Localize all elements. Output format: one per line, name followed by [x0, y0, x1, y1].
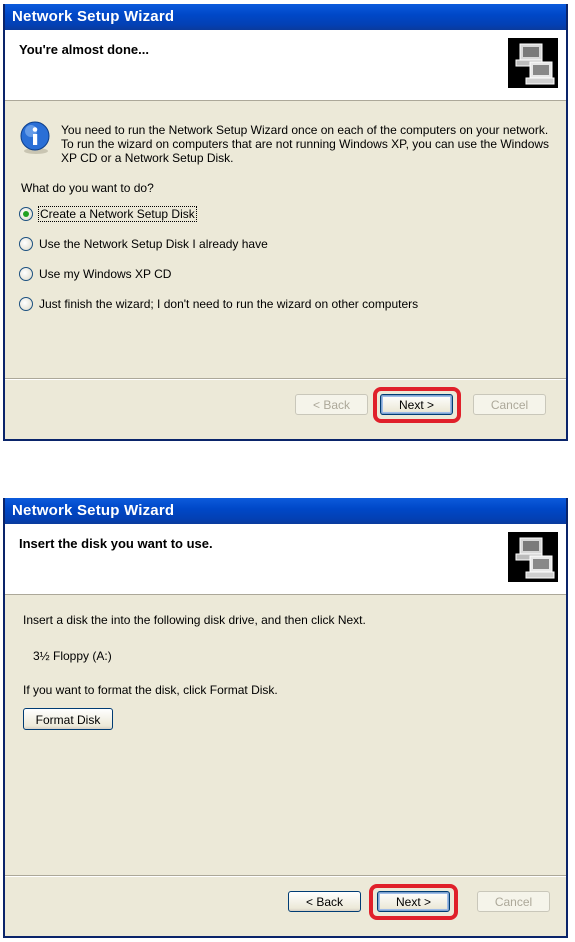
- network-setup-wizard-dialog-2: Network Setup Wizard Insert the disk you…: [3, 498, 568, 938]
- wizard-header: You're almost done...: [5, 30, 566, 101]
- computers-network-icon: [508, 38, 558, 88]
- info-icon: [19, 121, 53, 155]
- radio-button[interactable]: [19, 297, 33, 311]
- format-disk-button[interactable]: Format Disk: [23, 708, 113, 730]
- next-button-highlight: [369, 884, 458, 920]
- instruction-text: Insert a disk the into the following dis…: [23, 613, 366, 627]
- computers-network-icon: [508, 532, 558, 582]
- info-text: You need to run the Network Setup Wizard…: [61, 123, 550, 165]
- cancel-button[interactable]: Cancel: [477, 891, 550, 912]
- wizard-header: Insert the disk you want to use.: [5, 524, 566, 595]
- cancel-button[interactable]: Cancel: [473, 394, 546, 415]
- back-button[interactable]: < Back: [295, 394, 368, 415]
- option-label: Just finish the wizard; I don't need to …: [39, 297, 419, 311]
- question-label: What do you want to do?: [21, 181, 154, 195]
- button-bar: < Back Next > Cancel: [5, 378, 566, 439]
- network-setup-wizard-dialog-1: Network Setup Wizard You're almost done.…: [3, 4, 568, 441]
- wizard-body: You need to run the Network Setup Wizard…: [5, 101, 566, 377]
- window-title[interactable]: Network Setup Wizard: [5, 498, 566, 524]
- back-button[interactable]: < Back: [288, 891, 361, 912]
- option-use-existing-disk[interactable]: Use the Network Setup Disk I already hav…: [19, 235, 268, 253]
- option-create-setup-disk[interactable]: Create a Network Setup Disk: [19, 205, 197, 223]
- page-title: You're almost done...: [19, 42, 149, 57]
- option-label: Create a Network Setup Disk: [38, 206, 197, 222]
- window-title[interactable]: Network Setup Wizard: [5, 4, 566, 30]
- format-hint-text: If you want to format the disk, click Fo…: [23, 683, 278, 697]
- page-title: Insert the disk you want to use.: [19, 536, 213, 551]
- option-use-windows-cd[interactable]: Use my Windows XP CD: [19, 265, 171, 283]
- next-button-highlight: [373, 387, 461, 423]
- button-bar: < Back Next > Cancel: [5, 875, 566, 936]
- option-label: Use the Network Setup Disk I already hav…: [39, 237, 268, 251]
- option-label: Use my Windows XP CD: [39, 267, 172, 281]
- drive-label: 3½ Floppy (A:): [33, 649, 112, 663]
- radio-button[interactable]: [19, 267, 33, 281]
- radio-button[interactable]: [19, 207, 33, 221]
- option-just-finish[interactable]: Just finish the wizard; I don't need to …: [19, 295, 418, 313]
- radio-button[interactable]: [19, 237, 33, 251]
- wizard-body: Insert a disk the into the following dis…: [5, 595, 566, 873]
